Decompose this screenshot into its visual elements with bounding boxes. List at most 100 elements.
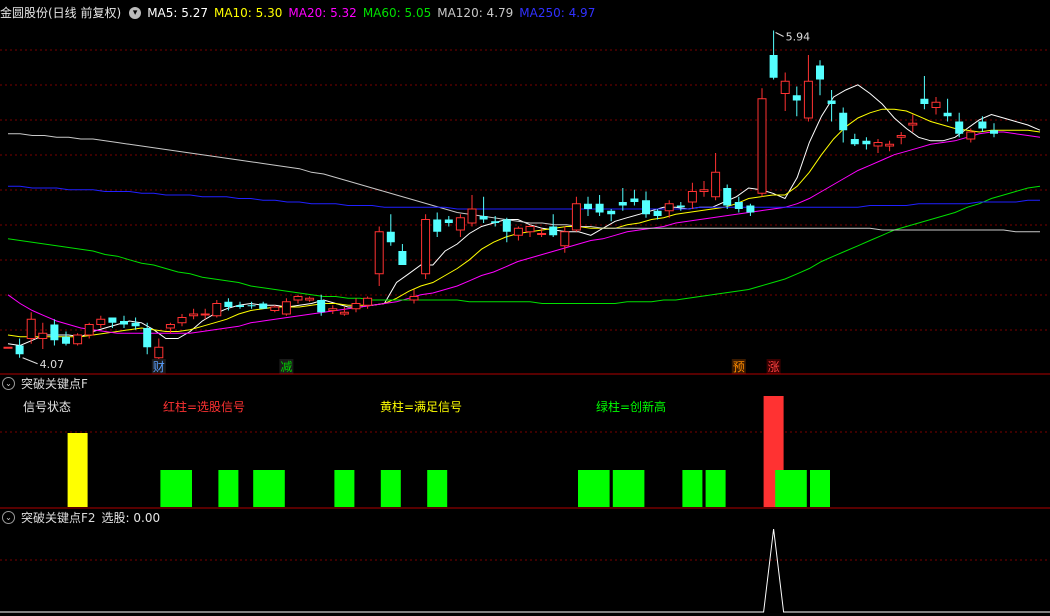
signal-bar [427, 470, 448, 507]
candle-body-down [920, 98, 929, 104]
candle-body-up [513, 227, 523, 236]
candle-body-down [653, 210, 662, 216]
panel3-title: 突破关键点F2 [21, 511, 96, 525]
candle-body-up [281, 301, 291, 315]
candle-body-down [131, 322, 140, 327]
candle-body-up [966, 131, 976, 140]
candle-body-down [444, 219, 453, 223]
low-marker: 4.07 [40, 358, 65, 371]
signal-bar [589, 470, 610, 507]
candle-body-up [328, 308, 338, 311]
candle-body-up [374, 231, 384, 275]
candle-body-up [687, 191, 697, 203]
candle-body-up [212, 303, 222, 317]
candle-body-up [896, 135, 906, 138]
panel2-header: ⌄ 突破关键点F [0, 375, 94, 393]
candle-body-down [746, 205, 755, 213]
candle-body-up [699, 189, 709, 192]
candle-body-up [908, 122, 918, 126]
candle-body-down [224, 301, 233, 307]
event-tag: 涨 [768, 359, 780, 374]
legend-green: 绿柱=创新高 [596, 400, 667, 414]
candle-body-down [723, 188, 732, 206]
candle-body-up [84, 324, 94, 336]
candle-body-up [780, 80, 790, 94]
signal-bar [218, 470, 239, 507]
ma60-value: MA60: 5.05 [362, 6, 432, 20]
candle-body-up [560, 231, 570, 247]
panel-menu-icon[interactable]: ⌄ [2, 377, 15, 390]
candle-body-up [525, 226, 535, 233]
signal-bar [682, 470, 703, 507]
chevron-down-icon[interactable]: ▾ [129, 6, 142, 19]
candle-body-up [305, 297, 315, 301]
signal-bar [810, 470, 830, 507]
high-marker-pointer [775, 32, 784, 37]
candle-body-up [885, 143, 895, 147]
candle-body-down [630, 198, 639, 202]
panel3-header: ⌄ 突破关键点F2 选股: 0.00 [0, 509, 166, 527]
event-tag: 财 [153, 360, 165, 374]
candle-body-down [955, 121, 964, 134]
candle-body-down [15, 345, 24, 355]
main-panel-header: 金圆股份(日线 前复权) ▾ MA5: 5.27 MA10: 5.30 MA20: 5.… [0, 4, 601, 22]
candle-body-up [757, 98, 767, 194]
candle-body-down [816, 65, 824, 80]
signal-bar [334, 470, 355, 507]
candle-body-up [455, 217, 465, 231]
candle-body-down [978, 121, 987, 129]
candle-body-up [467, 208, 477, 224]
low-marker-pointer [22, 357, 38, 365]
candle-body-down [62, 336, 70, 344]
panel-separators [0, 373, 1050, 561]
candle-body-up [270, 306, 280, 311]
candle-body-up [3, 346, 13, 349]
candle-body-down [50, 324, 59, 341]
panel-menu-icon[interactable]: ⌄ [2, 511, 15, 524]
candle-body-down [433, 219, 442, 232]
candle-body-up [421, 219, 431, 275]
candle-body-down [862, 140, 871, 145]
candle-body-down [839, 112, 848, 131]
ma5-value: MA5: 5.27 [147, 6, 208, 20]
event-tag: 减 [280, 360, 292, 374]
f2-signal-polyline [0, 528, 1050, 613]
candle-body-down [259, 303, 268, 309]
ma60-line [7, 185, 1041, 304]
ma10-line [7, 108, 1041, 338]
signal-bar [705, 470, 726, 507]
signal-bar [172, 470, 192, 507]
candle-body-down [479, 216, 488, 220]
signal-bar [67, 433, 88, 507]
f2-signal-line [0, 528, 1050, 613]
candle-body-up [339, 311, 349, 315]
candle-body-up [931, 101, 941, 108]
high-marker: 5.94 [786, 31, 811, 44]
signal-status-label: 信号状态 [23, 400, 72, 414]
candle-body-down [491, 221, 500, 223]
candle-body-up [200, 313, 210, 316]
price-grid [0, 49, 1050, 331]
candle-body-up [664, 203, 674, 212]
candle-body-down [143, 328, 152, 348]
candle-body-up [409, 296, 419, 301]
candle-body-up [165, 324, 175, 329]
stock-title: 金圆股份(日线 前复权) [0, 6, 122, 20]
candle-body-up [189, 313, 199, 317]
legend-yellow: 黄柱=满足信号 [380, 400, 463, 414]
candle-body-up [293, 296, 303, 301]
signal-bar [264, 470, 285, 507]
candle-body-down [792, 95, 801, 101]
panel2-title: 突破关键点F [21, 377, 88, 391]
candle-body-down [108, 317, 117, 323]
candle-body-down [502, 219, 511, 232]
ma10-value: MA10: 5.30 [213, 6, 283, 20]
candle-body-up [363, 297, 373, 306]
candle-body-down [943, 112, 952, 117]
panel3-value: 选股: 0.00 [101, 511, 161, 525]
ma120-line [8, 133, 1040, 233]
candle-body-down [236, 305, 244, 307]
candle-body-up [711, 171, 721, 198]
signal-bar [786, 470, 807, 507]
candle-body-up [351, 303, 361, 310]
